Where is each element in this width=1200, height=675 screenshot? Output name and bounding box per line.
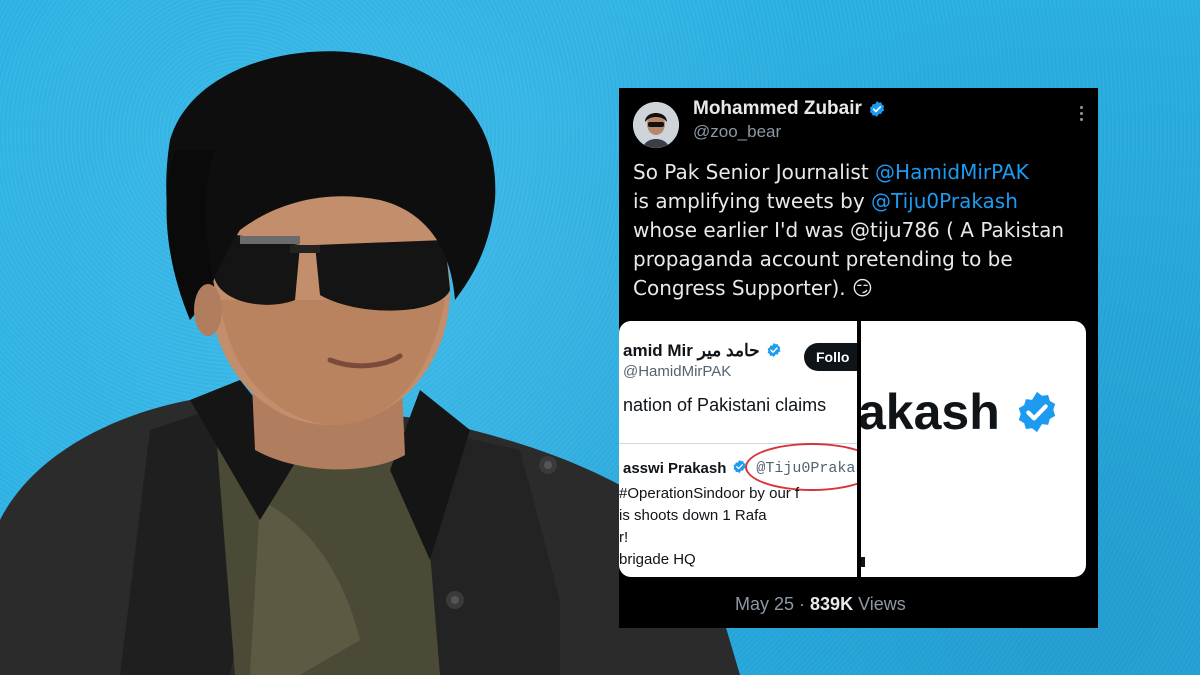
quoted-tweet-line: #OperationSindoor by our f — [619, 485, 800, 502]
quoted-author-name: asswi Prakash — [623, 459, 727, 477]
author-name-row: Mohammed Zubair — [693, 98, 886, 120]
zoomed-name-text: akash — [861, 384, 1000, 440]
tweet-line: Congress Supporter). 😏 — [633, 276, 873, 300]
quoted-tweet-line: brigade HQ — [619, 551, 696, 568]
quoted-tweet-line: r! — [619, 529, 629, 546]
tweet-media[interactable]: amid Mir حامد میر @HamidMirPAK Follo nat… — [619, 321, 1086, 577]
cursor-mark — [861, 557, 865, 567]
quoted-tweet-line: is shoots down 1 Rafa — [619, 507, 767, 524]
embedded-author-row: amid Mir حامد میر — [623, 341, 784, 361]
tweet-text: So Pak Senior Journalist @HamidMirPAK is… — [633, 158, 1093, 303]
tweet-text-segment: So Pak Senior Journalist — [633, 160, 876, 184]
tweet-line: whose earlier I'd was @tiju786 ( A Pakis… — [633, 218, 1065, 242]
follow-button: Follo — [804, 343, 857, 371]
embedded-tweet-text: nation of Pakistani claims — [623, 395, 827, 415]
embedded-author-handle: @HamidMirPAK — [623, 363, 732, 380]
avatar[interactable] — [633, 102, 679, 148]
tweet-line: So Pak Senior Journalist @HamidMirPAK — [633, 158, 1093, 187]
media-image-right[interactable]: akash — [861, 321, 1086, 577]
highlight-circle — [745, 443, 857, 491]
mention-link[interactable]: @Tiju0Prakash — [871, 189, 1018, 213]
verified-badge-icon — [868, 100, 886, 118]
mention-link[interactable]: @HamidMirPAK — [875, 160, 1029, 184]
verified-badge-icon — [1014, 389, 1060, 435]
tweet-text-segment: is amplifying tweets by — [633, 189, 872, 213]
tweet-card: Mohammed Zubair @zoo_bear So Pak Senior … — [619, 88, 1098, 628]
author-handle[interactable]: @zoo_bear — [693, 122, 781, 142]
zoomed-name-row: akash — [861, 383, 1060, 441]
more-options-icon[interactable] — [1078, 106, 1084, 124]
views-label: Views — [853, 594, 906, 614]
verified-badge-icon — [766, 342, 784, 360]
views-count: 839K — [810, 594, 854, 614]
tweet-date[interactable]: May 25 · — [735, 594, 810, 614]
tweet-line: is amplifying tweets by @Tiju0Prakash — [633, 187, 1093, 216]
media-image-left[interactable]: amid Mir حامد میر @HamidMirPAK Follo nat… — [619, 321, 857, 577]
tweet-line: propaganda account pretending to be — [633, 247, 1013, 271]
author-display-name[interactable]: Mohammed Zubair — [693, 98, 862, 120]
tweet-meta: May 25 · 839K Views — [735, 594, 906, 615]
embedded-author-name: amid Mir حامد میر — [623, 341, 760, 360]
